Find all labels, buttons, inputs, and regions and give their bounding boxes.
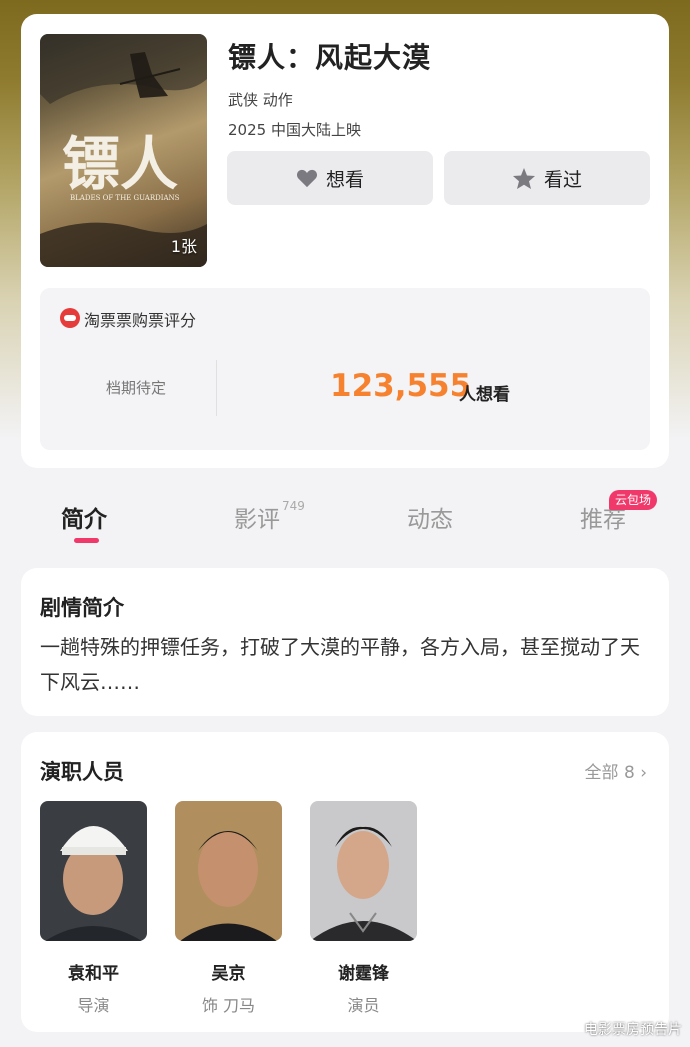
want-to-see-button[interactable]: 想看	[227, 151, 433, 205]
poster-subtitle: BLADES OF THE GUARDIANS	[70, 194, 180, 202]
synopsis-title: 剧情简介	[40, 596, 124, 620]
cast-title: 演职人员	[40, 760, 124, 784]
poster-title-art: 镖人	[62, 130, 178, 198]
cast-member[interactable]: 谢霆锋 演员	[310, 801, 417, 1016]
tab-dynamic[interactable]: 动态	[407, 500, 453, 534]
want-count-suffix: 人想看	[459, 385, 510, 405]
cast-role: 演员	[347, 996, 380, 1015]
cast-name: 谢霆锋	[338, 964, 389, 984]
star-icon	[512, 167, 535, 189]
cast-name: 袁和平	[68, 964, 119, 984]
avatar	[175, 801, 282, 941]
avatar	[40, 801, 147, 941]
recommend-badge: 云包场	[609, 490, 658, 510]
want-count: 123,555	[330, 368, 472, 404]
cast-card: 演职人员 全部 8 › 袁和平 导演 吴京 饰 刀马 谢霆锋 演员	[21, 732, 669, 1032]
taopiaopiao-logo-icon	[60, 308, 80, 328]
active-tab-indicator	[74, 538, 99, 543]
synopsis-card: 剧情简介 一趟特殊的押镖任务，打破了大漠的平静，各方入局，甚至搅动了天下风云……	[21, 568, 669, 716]
movie-genre: 武侠 动作	[228, 91, 293, 109]
cast-all-label: 全部 8	[584, 763, 635, 783]
tab-reviews-label: 影评	[234, 507, 280, 533]
cast-role: 饰 刀马	[201, 996, 256, 1015]
watermark: 电影票房预告片	[584, 1022, 682, 1038]
cast-role: 导演	[77, 996, 110, 1015]
cast-member[interactable]: 吴京 饰 刀马	[175, 801, 282, 1016]
poster-count: 1张	[170, 237, 197, 256]
tab-intro[interactable]: 简介	[61, 500, 107, 534]
cast-member[interactable]: 袁和平 导演	[40, 801, 147, 1016]
rating-source-label: 淘票票购票评分	[84, 311, 197, 330]
rating-box: 淘票票购票评分 档期待定 123,555 人想看	[40, 288, 650, 450]
cast-all-link[interactable]: 全部 8 ›	[585, 758, 647, 783]
chevron-right-icon: ›	[640, 763, 647, 783]
schedule-status: 档期待定	[106, 379, 167, 397]
cast-name: 吴京	[211, 964, 246, 984]
rating-divider	[216, 360, 217, 416]
movie-poster[interactable]: 镖人 BLADES OF THE GUARDIANS 1张	[40, 34, 207, 267]
movie-info-card: 镖人 BLADES OF THE GUARDIANS 1张 镖人：风起大漠 武侠…	[21, 14, 669, 468]
movie-release: 2025 中国大陆上映	[228, 121, 361, 139]
avatar	[310, 801, 417, 941]
seen-label: 看过	[543, 168, 582, 191]
movie-title: 镖人：风起大漠	[228, 41, 432, 74]
tab-reviews-count: 749	[282, 499, 305, 514]
synopsis-text[interactable]: 一趟特殊的押镖任务，打破了大漠的平静，各方入局，甚至搅动了天下风云……	[40, 630, 652, 700]
tab-reviews[interactable]: 影评749	[234, 499, 305, 534]
heart-icon	[296, 169, 318, 188]
seen-button[interactable]: 看过	[444, 151, 650, 205]
want-to-see-label: 想看	[325, 168, 364, 191]
